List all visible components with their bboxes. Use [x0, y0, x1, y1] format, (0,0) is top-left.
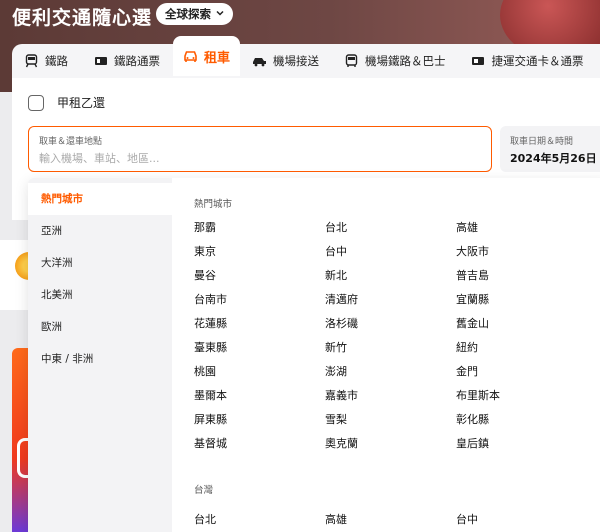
- section-title-taiwan: 台灣: [194, 485, 214, 496]
- region-popular-cities[interactable]: 熱門城市: [28, 183, 172, 215]
- city-option[interactable]: 桃園: [194, 360, 325, 384]
- different-dropoff-option[interactable]: 甲租乙還: [28, 94, 105, 111]
- city-option[interactable]: 墨爾本: [194, 384, 325, 408]
- different-dropoff-checkbox[interactable]: [28, 94, 44, 111]
- city-option[interactable]: 彰化縣: [456, 408, 587, 432]
- location-suggestions-dropdown: 熱門城市 亞洲 大洋洲 北美洲 歐洲 中東 / 非洲 熱門城市 那霸 台北 高雄 東京…: [28, 178, 600, 532]
- pickup-location-field[interactable]: 取車＆還車地點: [28, 126, 492, 172]
- city-option[interactable]: 曼谷: [194, 264, 325, 288]
- pickup-date-field[interactable]: 取車日期＆時間 2024年5月26日 1: [500, 126, 600, 172]
- tab-label: 捷運交通卡＆通票: [491, 54, 584, 68]
- airport-bus-icon: [344, 54, 359, 68]
- tab-label: 租車: [204, 50, 231, 66]
- city-option[interactable]: 台南市: [194, 288, 325, 312]
- tab-airport-transfer[interactable]: 機場接送: [240, 44, 332, 78]
- chevron-down-icon: [215, 8, 225, 21]
- city-option[interactable]: 屏東縣: [194, 408, 325, 432]
- city-option[interactable]: 洛杉磯: [325, 312, 456, 336]
- pickup-date-value: 2024年5月26日 1: [510, 152, 600, 165]
- city-option[interactable]: 金門: [456, 360, 587, 384]
- tab-label: 鐵路通票: [114, 54, 160, 68]
- city-option[interactable]: 雪梨: [325, 408, 456, 432]
- city-option[interactable]: 臺東縣: [194, 336, 325, 360]
- pickup-date-label: 取車日期＆時間: [510, 137, 574, 147]
- tab-rail-pass[interactable]: 鐵路通票: [81, 44, 173, 78]
- section-title-popular: 熱門城市: [194, 199, 233, 210]
- region-middle-east-africa[interactable]: 中東 / 非洲: [28, 343, 172, 375]
- car-icon: [183, 49, 198, 63]
- region-oceania[interactable]: 大洋洲: [28, 247, 172, 279]
- region-asia[interactable]: 亞洲: [28, 215, 172, 247]
- city-option[interactable]: 澎湖: [325, 360, 456, 384]
- city-option[interactable]: 那霸: [194, 216, 325, 240]
- city-option[interactable]: 新北: [325, 264, 456, 288]
- region-north-america[interactable]: 北美洲: [28, 279, 172, 311]
- transit-card-icon: [471, 54, 486, 68]
- popular-city-grid: 那霸 台北 高雄東京 台中 大阪市曼谷 新北 普吉島台南市 清邁府 宜蘭縣花蓮縣 洛杉磯 舊金山臺東…: [194, 216, 600, 456]
- city-option[interactable]: 清邁府: [325, 288, 456, 312]
- pickup-location-label: 取車＆還車地點: [39, 137, 103, 147]
- transport-tab-bar: 鐵路 鐵路通票 租車 機場接送 機場鐵路＆巴士 捷運交通卡＆通票: [12, 36, 600, 78]
- taiwan-city-grid: 台北 高雄 台中: [194, 508, 600, 532]
- region-europe[interactable]: 歐洲: [28, 311, 172, 343]
- city-option[interactable]: 台北: [325, 216, 456, 240]
- city-option[interactable]: 台中: [325, 240, 456, 264]
- pickup-location-input[interactable]: [39, 152, 469, 165]
- city-option[interactable]: 高雄: [325, 508, 456, 532]
- global-explore-label: 全球探索: [165, 7, 211, 21]
- city-option[interactable]: 皇后鎮: [456, 432, 587, 456]
- train-icon: [24, 54, 39, 68]
- tab-more-truncated[interactable]: [597, 44, 600, 78]
- city-option[interactable]: 東京: [194, 240, 325, 264]
- city-option[interactable]: 大阪市: [456, 240, 587, 264]
- hero-title: 便利交通隨心選: [12, 7, 153, 29]
- city-option[interactable]: 高雄: [456, 216, 587, 240]
- city-option[interactable]: 舊金山: [456, 312, 587, 336]
- tab-label: 鐵路: [45, 54, 68, 68]
- tab-car-rental[interactable]: 租車: [173, 36, 241, 76]
- global-explore-button[interactable]: 全球探索: [156, 3, 233, 25]
- city-option[interactable]: 台中: [456, 508, 587, 532]
- tab-rail[interactable]: 鐵路: [12, 44, 81, 78]
- different-dropoff-label: 甲租乙還: [57, 96, 106, 110]
- airport-transfer-icon: [252, 54, 267, 68]
- tab-label: 機場鐵路＆巴士: [365, 54, 446, 68]
- city-option[interactable]: 新竹: [325, 336, 456, 360]
- tab-label: 機場接送: [273, 54, 320, 68]
- tab-airport-rail-bus[interactable]: 機場鐵路＆巴士: [332, 44, 459, 78]
- city-option[interactable]: 紐約: [456, 336, 587, 360]
- city-option[interactable]: 基督城: [194, 432, 325, 456]
- city-option[interactable]: 布里斯本: [456, 384, 587, 408]
- tab-transit-card[interactable]: 捷運交通卡＆通票: [459, 44, 597, 78]
- city-option[interactable]: 宜蘭縣: [456, 288, 587, 312]
- city-option[interactable]: 花蓮縣: [194, 312, 325, 336]
- rail-pass-icon: [93, 54, 108, 68]
- region-list: 熱門城市 亞洲 大洋洲 北美洲 歐洲 中東 / 非洲: [28, 178, 172, 532]
- city-option[interactable]: 普吉島: [456, 264, 587, 288]
- city-list: 熱門城市 那霸 台北 高雄 東京 台中 大阪市 曼谷 新北 普吉島 台南市 清邁府 宜蘭縣 花蓮縣 洛杉磯…: [194, 196, 600, 532]
- city-option[interactable]: 奧克蘭: [325, 432, 456, 456]
- city-option[interactable]: 台北: [194, 508, 325, 532]
- city-option[interactable]: 嘉義市: [325, 384, 456, 408]
